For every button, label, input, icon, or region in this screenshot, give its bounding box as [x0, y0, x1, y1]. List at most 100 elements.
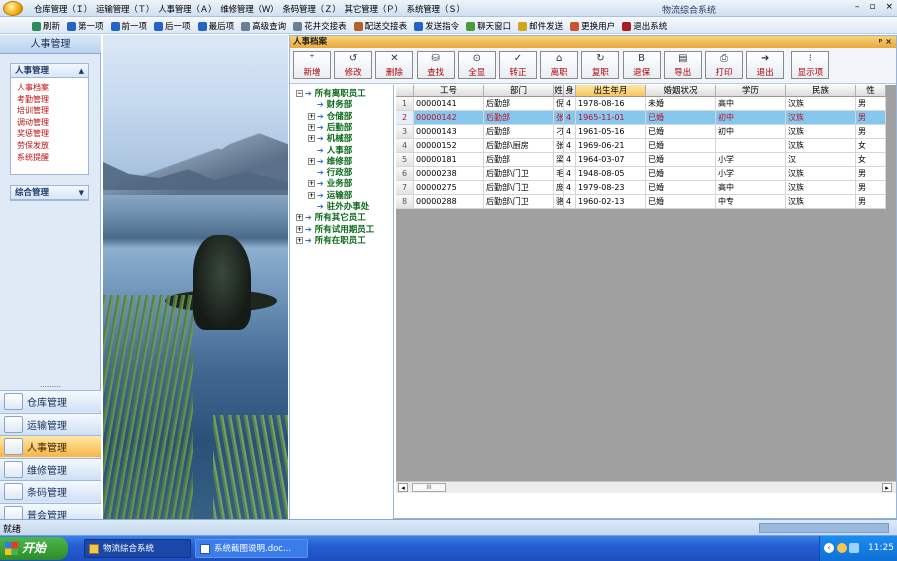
- table-cell[interactable]: 后勤部: [484, 125, 554, 139]
- table-cell[interactable]: 后勤部: [484, 153, 554, 167]
- table-cell[interactable]: 汉族: [786, 195, 856, 209]
- table-cell[interactable]: 1960-02-13: [576, 195, 646, 209]
- table-cell[interactable]: 男: [856, 111, 886, 125]
- table-cell[interactable]: 1978-08-16: [576, 97, 646, 111]
- table-cell[interactable]: 男: [856, 167, 886, 181]
- table-cell[interactable]: 男: [856, 195, 886, 209]
- tool-button[interactable]: ⊙ 全显: [457, 51, 496, 79]
- table-cell[interactable]: 张: [554, 111, 564, 125]
- toolbar-next-button[interactable]: 后一项: [154, 20, 191, 32]
- table-cell[interactable]: 已婚: [646, 125, 716, 139]
- toolbar-user-button[interactable]: 更换用户: [570, 20, 615, 32]
- table-cell[interactable]: 张: [554, 139, 564, 153]
- table-cell[interactable]: 初中: [716, 111, 786, 125]
- table-cell[interactable]: 倪: [554, 97, 564, 111]
- tree-node[interactable]: + ➔ 后勤部: [308, 121, 352, 133]
- table-cell[interactable]: 00000143: [414, 125, 484, 139]
- tree-node[interactable]: + ➔ 仓储部: [308, 110, 352, 122]
- toolbar-refresh-button[interactable]: 刷新: [32, 20, 60, 32]
- table-cell[interactable]: 1948-08-05: [576, 167, 646, 181]
- table-cell[interactable]: 后勤部\门卫: [484, 195, 554, 209]
- tree-toggle-icon[interactable]: +: [296, 214, 303, 222]
- table-cell[interactable]: 刁: [554, 125, 564, 139]
- module-button[interactable]: 条码管理: [0, 480, 101, 502]
- tree-node[interactable]: ➔ 行政部: [308, 166, 352, 178]
- column-header[interactable]: 工号: [414, 85, 484, 97]
- table-cell[interactable]: 中专: [716, 195, 786, 209]
- minimize-icon[interactable]: –: [855, 2, 860, 12]
- menu-item[interactable]: 系统管理（Ｓ）: [407, 3, 465, 15]
- table-cell[interactable]: 女: [856, 139, 886, 153]
- tree-toggle-icon[interactable]: +: [308, 135, 315, 143]
- nav-item[interactable]: 培训管理: [17, 105, 88, 117]
- table-cell[interactable]: 00000152: [414, 139, 484, 153]
- nav-item[interactable]: 劳保发放: [17, 140, 88, 152]
- table-cell[interactable]: 4: [564, 195, 576, 209]
- tree-node[interactable]: − ➔ 所有离职员工: [296, 87, 366, 99]
- table-cell[interactable]: 后勤部\门卫: [484, 181, 554, 195]
- table-cell[interactable]: 汉: [786, 153, 856, 167]
- toolbar-send-button[interactable]: 发送指令: [414, 20, 459, 32]
- table-cell[interactable]: 庞: [554, 181, 564, 195]
- tree-node[interactable]: + ➔ 机械部: [308, 132, 352, 144]
- table-cell[interactable]: 小学: [716, 153, 786, 167]
- table-cell[interactable]: 4: [564, 111, 576, 125]
- module-button[interactable]: 运输管理: [0, 412, 101, 435]
- tree-node[interactable]: ➔ 财务部: [308, 98, 352, 110]
- column-header[interactable]: 学历: [716, 85, 786, 97]
- tool-button[interactable]: ⁺ 新增: [293, 51, 331, 79]
- table-cell[interactable]: 女: [856, 153, 886, 167]
- table-cell[interactable]: 4: [564, 153, 576, 167]
- toolbar-mail-button[interactable]: 邮件发送: [518, 20, 563, 32]
- nav-item[interactable]: 系统提醒: [17, 152, 88, 164]
- table-cell[interactable]: 1965-11-01: [576, 111, 646, 125]
- tool-button[interactable]: ⌂ 离职: [540, 51, 579, 79]
- table-cell[interactable]: 已婚: [646, 195, 716, 209]
- tree-node[interactable]: ➔ 人事部: [308, 144, 352, 156]
- column-header[interactable]: 身: [564, 85, 576, 97]
- table-cell[interactable]: 已婚: [646, 167, 716, 181]
- tool-button[interactable]: ⛁ 查找: [416, 51, 455, 79]
- network-icon[interactable]: [849, 543, 859, 553]
- splitter-grip[interactable]: ………: [0, 382, 101, 389]
- table-cell[interactable]: 汉族: [786, 97, 856, 111]
- table-cell[interactable]: 汉族: [786, 167, 856, 181]
- tool-button[interactable]: ✓ 转正: [499, 51, 537, 79]
- table-cell[interactable]: 已婚: [646, 181, 716, 195]
- table-cell[interactable]: 骆: [554, 195, 564, 209]
- table-cell[interactable]: 汉族: [786, 111, 856, 125]
- tool-button[interactable]: ▤ 导出: [663, 51, 702, 79]
- table-cell[interactable]: 汉族: [786, 125, 856, 139]
- tree-toggle-icon[interactable]: +: [308, 191, 315, 199]
- table-cell[interactable]: 4: [564, 139, 576, 153]
- toolbar-first-button[interactable]: 第一项: [67, 20, 104, 32]
- start-button[interactable]: 开始: [0, 537, 68, 560]
- tool-button[interactable]: ↻ 复职: [581, 51, 620, 79]
- column-header[interactable]: 民族: [786, 85, 856, 97]
- table-cell[interactable]: 00000238: [414, 167, 484, 181]
- toolbar-prev-button[interactable]: 前一项: [110, 20, 147, 32]
- taskbar-window-doc[interactable]: 系统截图说明.doc...: [195, 539, 308, 558]
- nav-group-header[interactable]: 人事管理 ▲: [11, 64, 88, 78]
- tree-toggle-icon[interactable]: +: [308, 157, 315, 165]
- tool-button[interactable]: ✕ 删除: [375, 51, 414, 79]
- table-cell[interactable]: 梁: [554, 153, 564, 167]
- toolbar-exit-button[interactable]: 退出系统: [622, 20, 667, 32]
- menu-item[interactable]: 仓库管理（Ｉ）: [34, 3, 92, 15]
- toolbar-last-button[interactable]: 最后项: [197, 20, 234, 32]
- nav-item[interactable]: 奖惩管理: [17, 128, 88, 140]
- module-button[interactable]: 仓库管理: [0, 390, 101, 412]
- tree-toggle-icon[interactable]: −: [296, 90, 303, 97]
- table-cell[interactable]: 后勤部: [484, 111, 554, 125]
- chevron-up-icon[interactable]: ▲: [79, 64, 84, 78]
- taskbar-window-main[interactable]: 物流综合系统: [84, 539, 191, 558]
- restore-icon[interactable]: ▫: [869, 2, 875, 12]
- table-cell[interactable]: 男: [856, 181, 886, 195]
- nav-item[interactable]: 调动管理: [17, 117, 88, 129]
- column-header[interactable]: 婚姻状况: [646, 85, 716, 97]
- table-cell[interactable]: 4: [564, 125, 576, 139]
- menu-item[interactable]: 其它管理（Ｐ）: [345, 3, 403, 15]
- scroll-thumb[interactable]: III: [412, 483, 446, 492]
- toolbar-table-button[interactable]: 花井交接表: [293, 20, 347, 32]
- row-number[interactable]: 6: [396, 167, 414, 181]
